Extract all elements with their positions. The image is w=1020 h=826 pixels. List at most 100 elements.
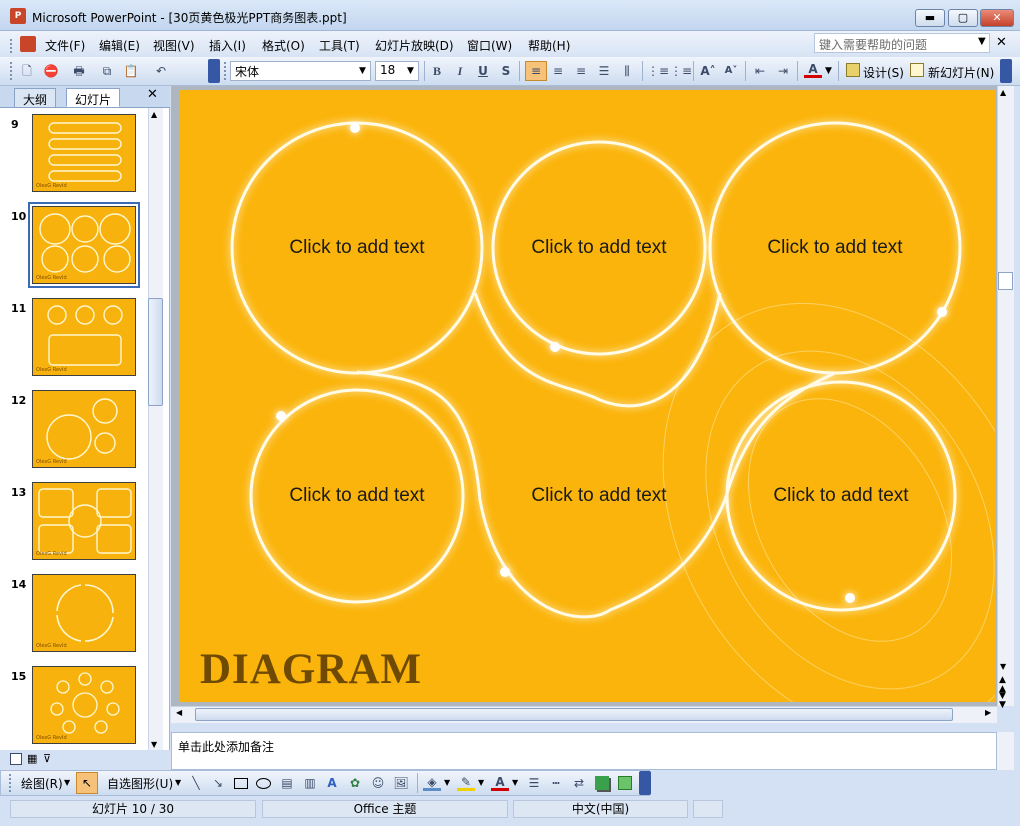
vertical-textbox-icon[interactable]: ▥ — [301, 774, 319, 792]
slide-thumbnail-11[interactable]: OlexG RevId — [32, 298, 136, 376]
scroll-up-icon[interactable]: ▲ — [151, 110, 157, 119]
toolbar-overflow-icon[interactable] — [639, 771, 651, 795]
menu-format[interactable]: 格式(O) — [262, 37, 305, 54]
slide-canvas[interactable] — [180, 90, 995, 702]
clipart-icon[interactable]: ☺ — [369, 774, 387, 792]
slide-thumbnail-15[interactable]: OlexG RevId — [32, 666, 136, 744]
slide-thumbnail-12[interactable]: OlexG RevId — [32, 390, 136, 468]
menu-tools[interactable]: 工具(T) — [319, 37, 360, 54]
text-placeholder-2[interactable]: Click to add text — [479, 237, 719, 259]
slide-thumbnail-14[interactable]: OlexG RevId — [32, 574, 136, 652]
tab-slides[interactable]: 幻灯片 — [66, 88, 121, 107]
chevron-down-icon[interactable]: ▼ — [825, 66, 832, 76]
slide-title[interactable]: DIAGRAM — [200, 645, 422, 694]
select-pointer-icon[interactable]: ↖ — [76, 772, 98, 794]
tab-outline[interactable]: 大纲 — [14, 88, 57, 107]
toolbar-overflow-icon[interactable] — [208, 59, 220, 83]
3d-style-icon[interactable] — [618, 776, 632, 790]
chevron-down-icon[interactable]: ▼ — [407, 66, 414, 76]
shadow-style-icon[interactable] — [595, 776, 609, 790]
close-button[interactable]: ✕ — [980, 9, 1014, 27]
chevron-down-icon[interactable]: ▼ — [175, 778, 181, 787]
align-right-icon[interactable]: ≡ — [572, 62, 590, 80]
scroll-left-icon[interactable]: ◀ — [176, 708, 182, 717]
chevron-down-icon[interactable]: ▼ — [478, 778, 484, 787]
chevron-down-icon[interactable]: ▼ — [978, 36, 986, 47]
chevron-down-icon[interactable]: ▼ — [444, 778, 450, 787]
diagram-icon[interactable]: ✿ — [346, 774, 364, 792]
normal-view-icon[interactable] — [10, 753, 22, 765]
menu-slideshow[interactable]: 幻灯片放映(D) — [375, 37, 454, 54]
text-placeholder-3[interactable]: Click to add text — [715, 237, 955, 259]
design-button[interactable]: 设计(S) — [863, 64, 904, 81]
textbox-icon[interactable]: ▤ — [278, 774, 296, 792]
design-icon[interactable] — [846, 63, 860, 77]
powerpoint-app-icon[interactable]: P — [10, 8, 26, 24]
chevron-down-icon[interactable]: ▼ — [512, 778, 518, 787]
font-color-icon[interactable]: A — [804, 60, 822, 78]
scroll-up-icon[interactable]: ▲ — [1000, 88, 1006, 97]
menu-window[interactable]: 窗口(W) — [467, 37, 512, 54]
panel-close-icon[interactable]: ✕ — [147, 87, 158, 102]
distribute-icon[interactable]: ⫼ — [618, 62, 636, 80]
italic-button[interactable]: I — [451, 62, 469, 80]
font-name-select[interactable]: 宋体 — [230, 61, 371, 81]
maximize-button[interactable]: ▢ — [948, 9, 978, 27]
permission-icon[interactable]: ⛔ — [42, 62, 60, 80]
line-icon[interactable]: ╲ — [187, 774, 205, 792]
numbering-icon[interactable]: ⋮≡ — [647, 62, 669, 80]
grow-font-icon[interactable]: A˄ — [699, 62, 717, 80]
decrease-indent-icon[interactable]: ⇤ — [751, 62, 769, 80]
notes-pane[interactable]: 单击此处添加备注 — [171, 732, 997, 770]
notes-scrollbar[interactable] — [997, 732, 1014, 770]
next-slide-icon[interactable]: ▼ ▼ — [999, 692, 1006, 710]
slide-vertical-scrollbar[interactable] — [997, 86, 1014, 706]
new-slide-icon[interactable] — [910, 63, 924, 77]
slide-thumbnail-13[interactable]: OlexG RevId — [32, 482, 136, 560]
document-icon[interactable] — [20, 36, 36, 52]
fill-color-icon[interactable]: ◈ — [423, 773, 441, 791]
minimize-button[interactable]: ▬ — [915, 9, 945, 27]
horizontal-scroll-thumb[interactable] — [195, 708, 953, 721]
bold-button[interactable]: B — [428, 62, 446, 80]
menu-view[interactable]: 视图(V) — [153, 37, 195, 54]
text-placeholder-1[interactable]: Click to add text — [237, 237, 477, 259]
shadow-button[interactable]: S — [497, 62, 515, 80]
align-left-icon[interactable]: ≡ — [525, 61, 547, 81]
scroll-down-icon[interactable]: ▼ — [1000, 662, 1006, 671]
menu-edit[interactable]: 编辑(E) — [99, 37, 140, 54]
line-color-icon[interactable]: ✎ — [457, 773, 475, 791]
text-placeholder-6[interactable]: Click to add text — [721, 485, 961, 507]
copy-icon[interactable]: ⧉ — [98, 62, 116, 80]
align-center-icon[interactable]: ≡ — [549, 62, 567, 80]
autoshapes-button[interactable]: 自选图形(U) — [107, 775, 173, 792]
toolbar-overflow-icon[interactable] — [1000, 59, 1012, 83]
arrow-icon[interactable]: ↘ — [209, 774, 227, 792]
bullets-icon[interactable]: ⋮≡ — [670, 62, 692, 80]
increase-indent-icon[interactable]: ⇥ — [774, 62, 792, 80]
undo-icon[interactable]: ↶ — [152, 62, 170, 80]
chevron-down-icon[interactable]: ▼ — [64, 778, 70, 787]
print-icon[interactable]: 🖶 — [70, 62, 88, 80]
font-color-icon[interactable]: A — [491, 773, 509, 791]
text-placeholder-5[interactable]: Click to add text — [479, 485, 719, 507]
menu-help[interactable]: 帮助(H) — [528, 37, 570, 54]
draw-menu-button[interactable]: 绘图(R) — [21, 775, 63, 792]
help-close-icon[interactable]: ✕ — [996, 35, 1007, 50]
scroll-down-icon[interactable]: ▼ — [151, 740, 157, 749]
slide-thumbnail-9[interactable]: OlexG RevId — [32, 114, 136, 192]
thumbnail-scrollbar[interactable] — [148, 108, 163, 750]
thumbnail-scroll-thumb[interactable] — [148, 298, 163, 406]
slide-sorter-icon[interactable]: ▦ — [27, 752, 37, 765]
slide-thumbnail-10[interactable]: OlexG RevId — [28, 202, 140, 288]
menu-insert[interactable]: 插入(I) — [209, 37, 246, 54]
dash-style-icon[interactable]: ┅ — [547, 774, 565, 792]
scroll-right-icon[interactable]: ▶ — [985, 708, 991, 717]
line-style-icon[interactable]: ☰ — [525, 774, 543, 792]
picture-icon[interactable]: 🖼 — [392, 774, 410, 792]
menu-file[interactable]: 文件(F) — [45, 37, 85, 54]
slide-scroll-thumb[interactable] — [998, 272, 1013, 290]
text-placeholder-4[interactable]: Click to add text — [237, 485, 477, 507]
wordart-icon[interactable]: A — [323, 774, 341, 792]
new-slide-button[interactable]: 新幻灯片(N) — [928, 64, 994, 81]
